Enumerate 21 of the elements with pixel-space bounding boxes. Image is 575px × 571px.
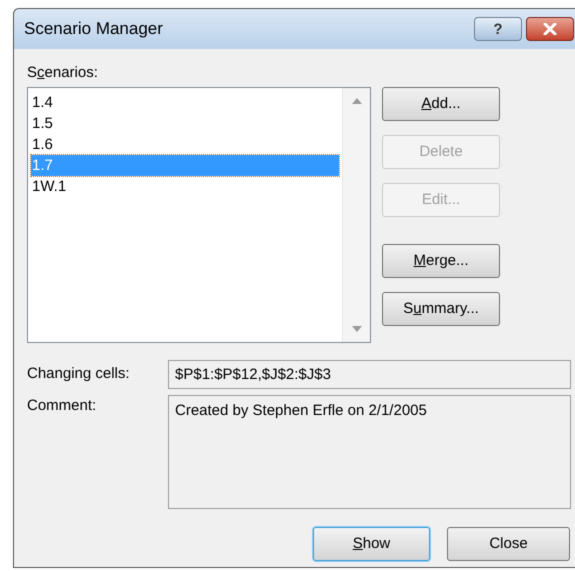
scenarios-label: Scenarios: xyxy=(27,63,98,83)
dialog-button[interactable]: Close xyxy=(447,527,570,561)
comment-label: Comment: xyxy=(27,396,98,416)
scrollbar[interactable] xyxy=(342,88,370,342)
changing-cells-field[interactable]: $P$1:$P$12,$J$2:$J$3 xyxy=(168,360,571,389)
close-button[interactable] xyxy=(526,17,574,41)
scenario-item[interactable]: 1.5 xyxy=(31,113,339,134)
scenario-item[interactable]: 1.4 xyxy=(31,92,339,113)
scroll-down-icon[interactable] xyxy=(352,326,362,332)
scenario-item[interactable]: 1W.1 xyxy=(31,176,339,197)
dialog-button[interactable]: Summary... xyxy=(382,292,500,326)
dialog-button[interactable]: Add... xyxy=(382,87,500,121)
changing-cells-label: Changing cells: xyxy=(27,364,131,384)
scenario-item[interactable]: 1.6 xyxy=(31,134,339,155)
scroll-up-icon[interactable] xyxy=(352,98,362,104)
comment-field[interactable]: Created by Stephen Erfle on 2/1/2005 xyxy=(168,395,571,509)
dialog-button[interactable]: Merge... xyxy=(382,244,500,278)
help-button[interactable]: ? xyxy=(474,17,522,41)
window-title: Scenario Manager xyxy=(24,18,164,40)
dialog-button[interactable]: Show xyxy=(313,527,430,561)
close-icon xyxy=(542,23,558,35)
